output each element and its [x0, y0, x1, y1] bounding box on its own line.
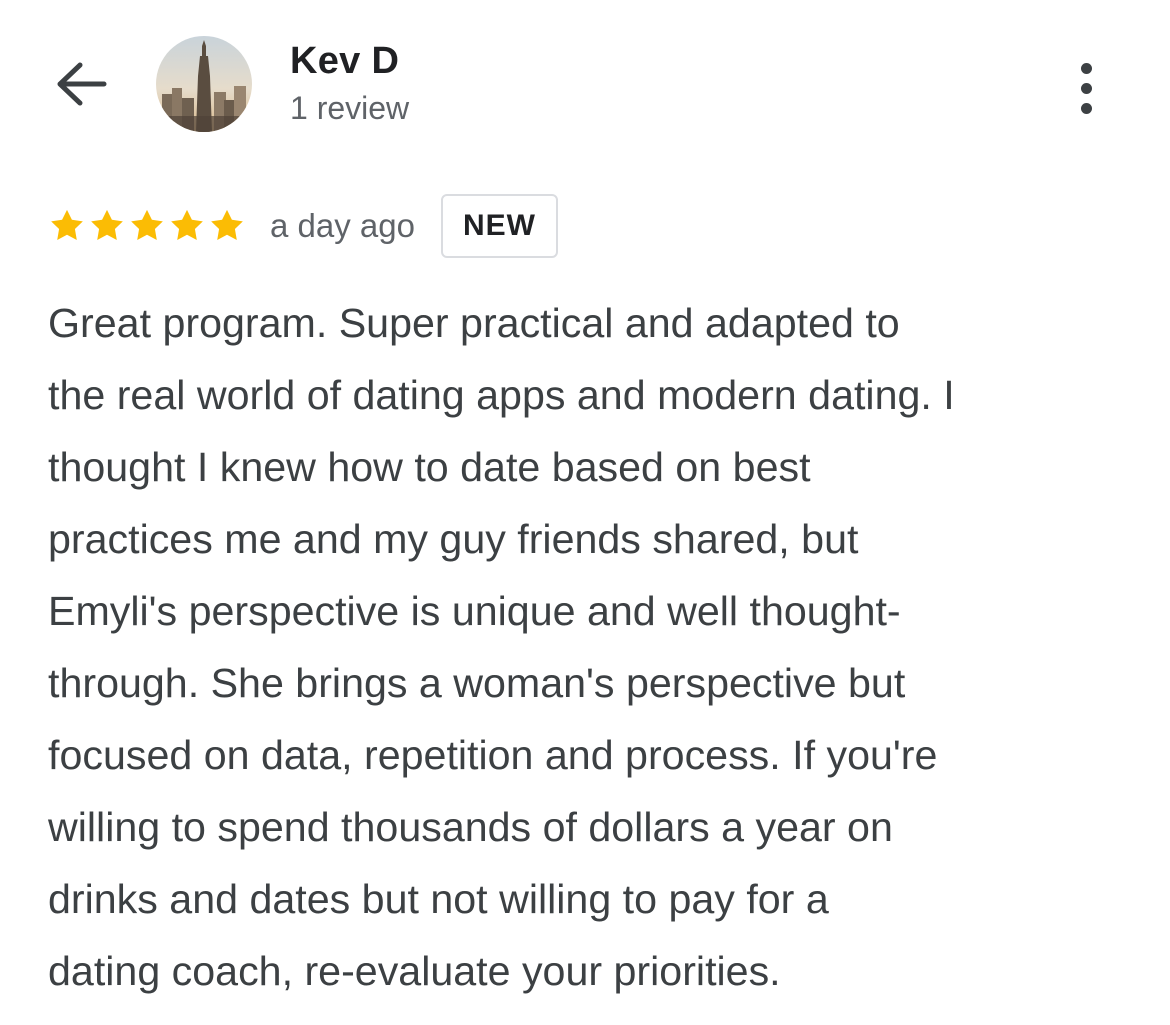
new-badge: NEW — [440, 194, 558, 258]
avatar[interactable] — [156, 36, 252, 132]
star-icon — [211, 209, 243, 240]
reviewer-review-count: 1 review — [290, 90, 410, 126]
more-options-button[interactable] — [1062, 56, 1110, 120]
review-text-line: Emyli's perspective is unique and well t… — [48, 588, 901, 634]
review-text-line: through. She brings a woman's perspectiv… — [48, 660, 906, 706]
star-rating — [48, 207, 246, 245]
review-text-line: dating coach, re-evaluate your prioritie… — [48, 948, 781, 994]
review-header: Kev D 1 review — [0, 0, 1170, 170]
star-icon — [51, 209, 83, 240]
more-vertical-icon — [1080, 62, 1092, 74]
review-text-line: the real world of dating apps and modern… — [48, 372, 955, 418]
arrow-left-icon — [57, 62, 107, 106]
review-text-line: thought I knew how to date based on best — [48, 444, 811, 490]
review-time: a day ago — [270, 207, 415, 244]
star-icon — [171, 209, 203, 240]
review-text-line: willing to spend thousands of dollars a … — [48, 804, 893, 850]
review-text-line: practices me and my guy friends shared, … — [48, 516, 859, 562]
star-icon — [91, 209, 123, 240]
review-text-line: focused on data, repetition and process.… — [48, 732, 938, 778]
review-text: Great program. Super practical and adapt… — [48, 287, 1138, 1007]
more-vertical-icon — [1080, 82, 1092, 94]
review-text-line: Great program. Super practical and adapt… — [48, 300, 900, 346]
star-icon — [131, 209, 163, 240]
city-skyline-avatar — [156, 36, 252, 132]
reviewer-name[interactable]: Kev D — [290, 40, 399, 83]
review-text-line: drinks and dates but not willing to pay … — [48, 876, 829, 922]
more-vertical-icon — [1080, 102, 1092, 114]
back-button[interactable] — [52, 56, 112, 112]
review-meta: a day ago NEW — [48, 194, 558, 258]
